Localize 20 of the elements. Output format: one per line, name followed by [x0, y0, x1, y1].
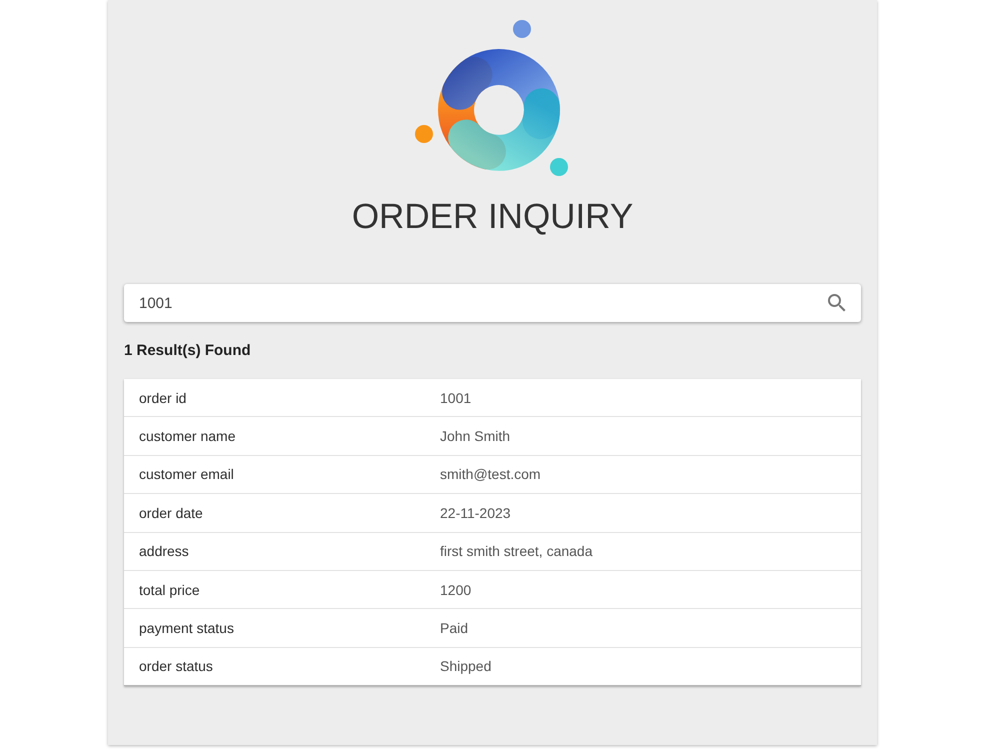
field-value: John Smith — [440, 428, 510, 444]
field-label: order id — [139, 390, 186, 406]
field-value: smith@test.com — [440, 466, 541, 482]
results-count: 1 Result(s) Found — [124, 342, 251, 360]
field-label: payment status — [139, 620, 234, 636]
field-label: customer email — [139, 466, 234, 482]
search-field[interactable]: 1001 — [124, 284, 861, 322]
field-value: Shipped — [440, 658, 492, 674]
page-title: ORDER INQUIRY — [352, 196, 634, 238]
search-icon[interactable] — [828, 294, 846, 312]
field-label: address — [139, 543, 189, 560]
field-label: order date — [139, 504, 203, 521]
field-label: order status — [139, 658, 213, 674]
field-value: 1001 — [440, 390, 472, 406]
field-value: first smith street, canada — [440, 543, 593, 560]
field-label: customer name — [139, 428, 236, 444]
field-value: Paid — [440, 620, 468, 636]
field-label: total price — [139, 582, 200, 598]
field-value: 1200 — [440, 582, 472, 598]
field-value: 22-11-2023 — [440, 504, 511, 521]
